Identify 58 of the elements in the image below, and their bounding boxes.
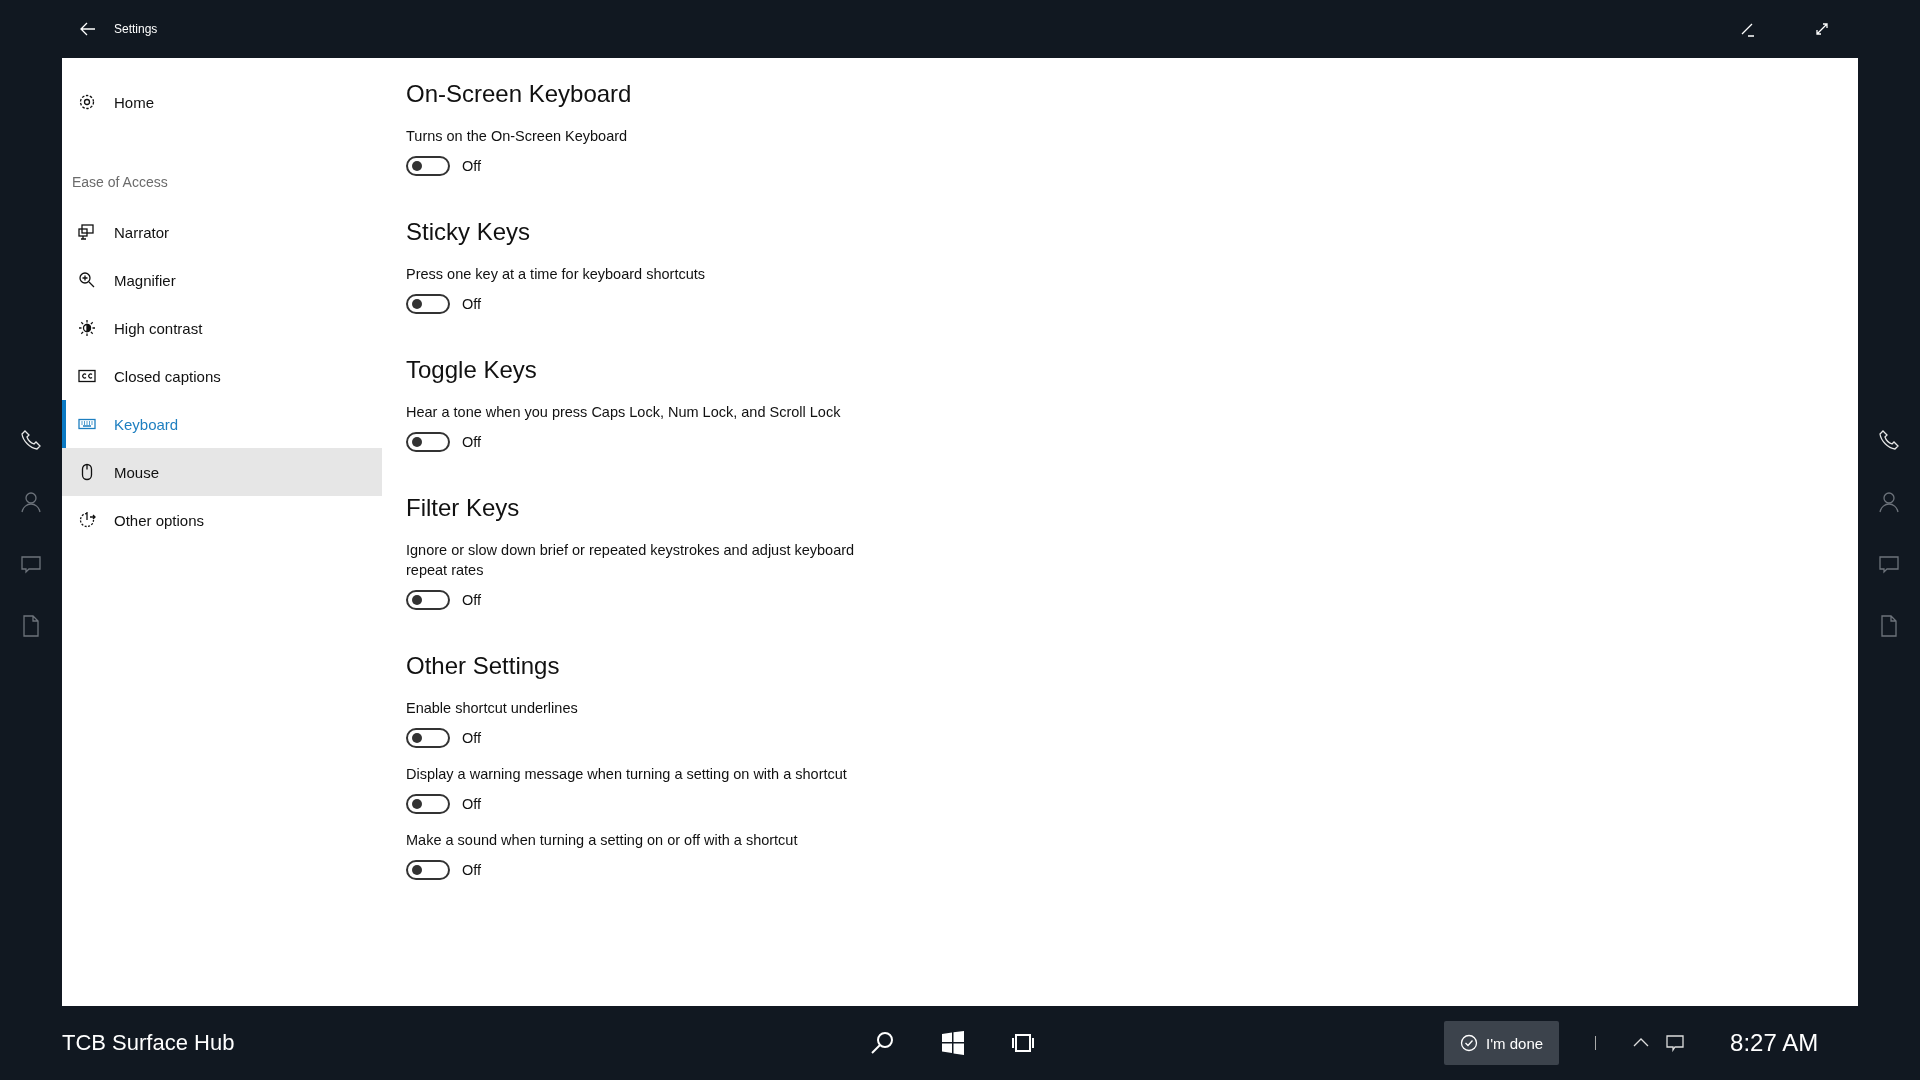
section-heading: Toggle Keys [406,356,538,384]
group-label: Ease of Access [71,173,169,192]
toggle-switch[interactable] [406,156,450,176]
setting-description: Ignore or slow down brief or repeated keystrokes and adjust keyboard repeat rates [406,541,856,580]
toggle-state-label: Off [462,862,482,878]
setting-description: Press one key at a time for keyboard shortcuts [406,265,706,284]
person-icon[interactable] [20,491,42,513]
expand-icon[interactable] [1814,21,1830,37]
toggle-switch[interactable] [406,432,450,452]
notification-icon[interactable] [1666,1034,1685,1052]
document-icon[interactable] [20,615,42,637]
done-button[interactable]: I'm done [1444,1021,1560,1065]
section-heading: Other Settings [406,652,561,680]
check-circle-icon [1460,1034,1478,1052]
clock-time: 8:27 AM [1730,1029,1819,1057]
sidebar-item[interactable]: Narrator [62,208,382,256]
toggle-switch[interactable] [406,590,450,610]
toggle-state-label: Off [462,796,482,812]
sidebar-item[interactable]: Mouse [62,448,382,496]
contrast-icon [78,319,96,337]
setting-description: Make a sound when turning a setting on or off with a shortcut [406,831,799,850]
toggle-switch[interactable] [406,728,450,748]
section-heading: Sticky Keys [406,218,532,246]
search-icon[interactable] [870,1030,896,1056]
sidebar-item[interactable]: High contrast [62,304,382,352]
phone-icon[interactable] [20,429,42,451]
home-nav-item[interactable]: Home [62,78,382,126]
pen-icon[interactable] [1740,21,1756,37]
setting-description: Turns on the On-Screen Keyboard [406,127,629,146]
sidebar-item[interactable]: Keyboard [62,400,382,448]
toggle-switch[interactable] [406,794,450,814]
settings-icon [78,93,96,111]
windows-logo-icon[interactable] [940,1030,966,1056]
device-name: TCB Surface Hub [62,1030,236,1056]
chat-icon[interactable] [20,553,42,575]
toggle-state-label: Off [462,158,482,174]
toggle-switch[interactable] [406,860,450,880]
sidebar-item[interactable]: Magnifier [62,256,382,304]
magnifier-icon [78,271,96,289]
person-icon[interactable] [1878,491,1900,513]
section-heading: Filter Keys [406,494,521,522]
setting-description: Hear a tone when you press Caps Lock, Num Lock, and Scroll Lock [406,403,842,422]
toggle-state-label: Off [462,296,482,312]
toggle-state-label: Off [462,592,482,608]
setting-description: Display a warning message when turning a setting on with a shortcut [406,765,848,784]
sidebar-item[interactable]: Other options [62,496,382,544]
section-heading: On-Screen Keyboard [406,80,633,108]
toggle-switch[interactable] [406,294,450,314]
document-icon[interactable] [1878,615,1900,637]
captions-icon [78,367,96,385]
sidebar-item[interactable]: Closed captions [62,352,382,400]
toggle-state-label: Off [462,434,482,450]
window-title: Settings [114,22,159,36]
phone-icon[interactable] [1878,429,1900,451]
chat-icon[interactable] [1878,553,1900,575]
narrator-icon [78,223,96,241]
setting-description: Enable shortcut underlines [406,699,579,718]
toggle-state-label: Off [462,730,482,746]
